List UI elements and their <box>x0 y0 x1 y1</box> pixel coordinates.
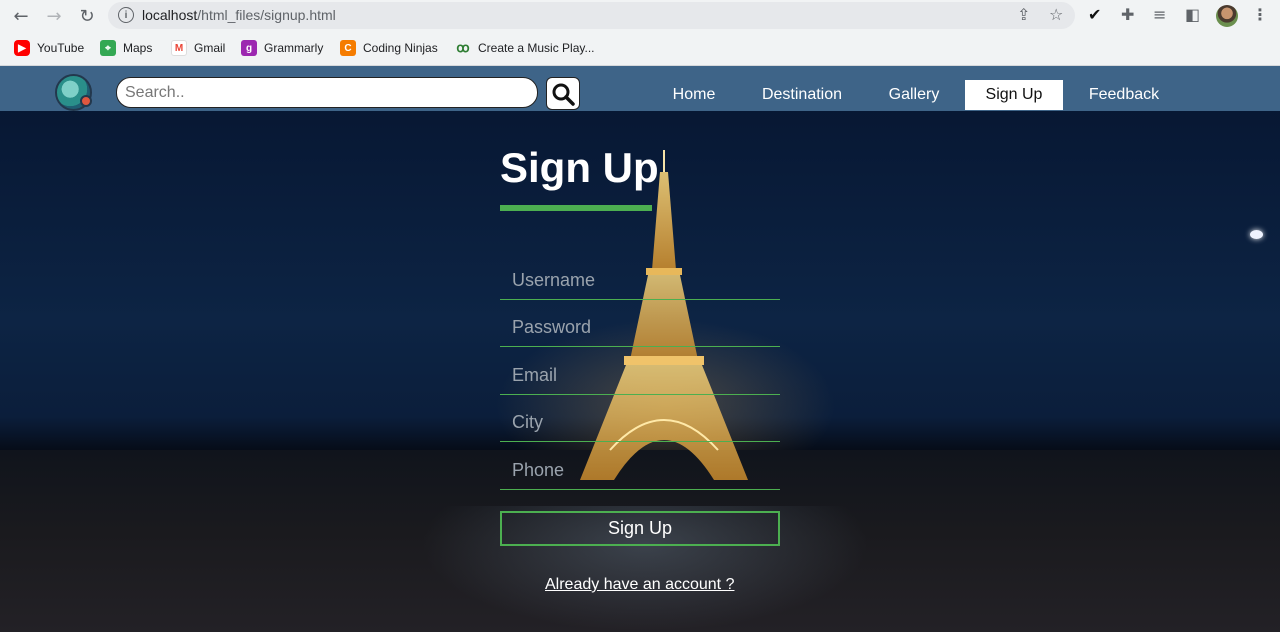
search-input[interactable] <box>116 77 538 108</box>
search-icon <box>552 83 575 106</box>
reload-icon[interactable]: ↻ <box>76 5 98 27</box>
phone-field[interactable] <box>500 452 780 490</box>
bookmark-label: Maps <box>123 41 153 55</box>
site-logo-globe-icon[interactable] <box>55 74 92 111</box>
email-field[interactable] <box>500 357 780 395</box>
bookmark-maps[interactable]: ⌖ Maps <box>100 39 152 57</box>
signup-page: Home Destination Gallery Sign Up Feedbac… <box>0 66 1280 632</box>
menu-kebab-icon[interactable]: ⋮ <box>1252 5 1268 24</box>
nav-feedback[interactable]: Feedback <box>1076 80 1172 110</box>
bookmark-label: Create a Music Play... <box>478 41 595 55</box>
forward-icon[interactable]: → <box>43 5 65 27</box>
bookmark-label: Gmail <box>194 41 226 55</box>
bookmark-star-icon[interactable]: ☆ <box>1049 5 1063 24</box>
title-underline <box>500 205 652 211</box>
bookmark-label: Grammarly <box>264 41 324 55</box>
city-field[interactable] <box>500 404 780 442</box>
grammarly-icon: g <box>241 40 257 56</box>
url-text[interactable]: localhost/html_files/signup.html <box>142 7 336 23</box>
media-queue-icon[interactable]: ≡ <box>1153 5 1166 24</box>
site-navbar: Home Destination Gallery Sign Up Feedbac… <box>0 66 1280 111</box>
bookmark-gmail[interactable]: M Gmail <box>171 39 225 57</box>
bookmark-youtube[interactable]: ▶ YouTube <box>14 39 84 57</box>
address-bar[interactable]: i localhost/html_files/signup.html ⇪ ☆ <box>108 2 1075 29</box>
maps-icon: ⌖ <box>100 40 116 56</box>
back-icon[interactable]: ← <box>10 5 32 27</box>
share-icon[interactable]: ⇪ <box>1017 5 1030 24</box>
browser-toolbar: ← → ↻ i localhost/html_files/signup.html… <box>0 0 1280 31</box>
nav-destination[interactable]: Destination <box>747 80 857 110</box>
coding-ninjas-icon: C <box>340 40 356 56</box>
login-link[interactable]: Already have an account ? <box>545 576 734 594</box>
bookmark-coding-ninjas[interactable]: C Coding Ninjas <box>340 39 438 57</box>
youtube-icon: ▶ <box>14 40 30 56</box>
bookmark-label: Coding Ninjas <box>363 41 438 55</box>
nav-home[interactable]: Home <box>654 80 734 110</box>
map-pin-icon <box>80 95 92 107</box>
gmail-icon: M <box>171 40 187 56</box>
password-field[interactable] <box>500 309 780 347</box>
side-panel-icon[interactable]: ◧ <box>1185 5 1200 24</box>
signup-submit-button[interactable]: Sign Up <box>500 511 780 546</box>
profile-avatar[interactable] <box>1216 5 1238 27</box>
nav-gallery[interactable]: Gallery <box>874 80 954 110</box>
moon-decoration <box>1250 230 1263 239</box>
bookmark-label: YouTube <box>37 41 85 55</box>
nav-signup[interactable]: Sign Up <box>965 80 1063 110</box>
bookmark-music[interactable]: ꝏ Create a Music Play... <box>455 39 594 57</box>
form-title: Sign Up <box>500 144 659 191</box>
bookmark-grammarly[interactable]: g Grammarly <box>241 39 323 57</box>
username-field[interactable] <box>500 262 780 300</box>
bookmarks-bar: ▶ YouTube ⌖ Maps M Gmail g Grammarly C C… <box>0 31 1280 66</box>
site-info-icon[interactable]: i <box>118 7 134 23</box>
extensions-puzzle-icon[interactable]: ✚ <box>1121 5 1134 24</box>
search-button[interactable] <box>546 77 580 110</box>
music-icon: ꝏ <box>456 40 470 55</box>
checkmark-extension-icon[interactable]: ✔ <box>1088 5 1101 24</box>
